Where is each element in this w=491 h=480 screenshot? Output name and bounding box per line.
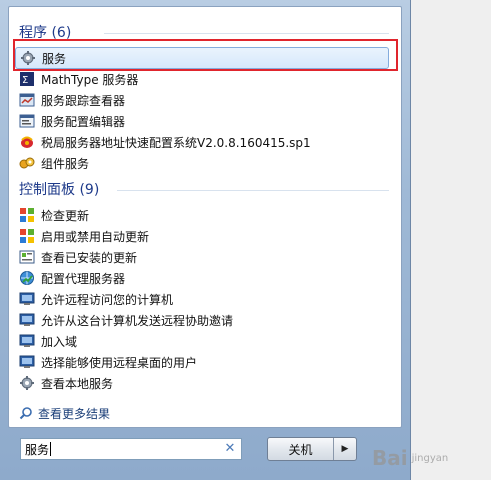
result-label: 允许从这台计算机发送远程协助邀请 — [41, 313, 234, 328]
result-label: 服务配置编辑器 — [41, 114, 126, 129]
result-item-mathtype[interactable]: Σ MathType 服务器 — [19, 69, 389, 89]
result-label: 查看本地服务 — [41, 376, 114, 391]
search-input-value: 服务 — [25, 442, 50, 457]
result-label: 允许远程访问您的计算机 — [41, 292, 174, 307]
programs-group-header[interactable]: 程序 (6) — [19, 23, 71, 43]
shutdown-button[interactable]: 关机 — [268, 438, 334, 460]
search-input[interactable]: 服务 ✕ — [20, 438, 242, 460]
svg-text:Σ: Σ — [22, 75, 28, 86]
tax-config-icon — [19, 134, 35, 150]
shutdown-split-button: 关机 ▶ — [267, 437, 357, 461]
result-label: 服务 — [42, 51, 67, 66]
desktop-background — [411, 0, 491, 480]
result-label: 税局服务器地址快速配置系统V2.0.8.160415.sp1 — [41, 135, 311, 150]
result-label: 组件服务 — [41, 156, 90, 171]
baidu-jingyan-watermark: Bai jingyan — [372, 446, 449, 470]
installed-updates-icon — [19, 249, 35, 265]
gear-service-icon — [20, 50, 36, 66]
result-item-check-updates[interactable]: 检查更新 — [19, 205, 389, 225]
remote-assist-icon — [19, 312, 35, 328]
clear-search-icon[interactable]: ✕ — [223, 442, 237, 456]
config-editor-icon — [19, 113, 35, 129]
result-item-tax-config[interactable]: 税局服务器地址快速配置系统V2.0.8.160415.sp1 — [19, 132, 389, 152]
result-item-auto-update[interactable]: 启用或禁用自动更新 — [19, 226, 389, 246]
component-services-icon — [19, 155, 35, 171]
result-item-component-services[interactable]: 组件服务 — [19, 153, 389, 173]
join-domain-icon — [19, 333, 35, 349]
remote-desktop-users-icon — [19, 354, 35, 370]
magnifier-icon — [19, 406, 33, 420]
result-item-remote-assist[interactable]: 允许从这台计算机发送远程协助邀请 — [19, 310, 389, 330]
windows-update-icon — [19, 207, 35, 223]
shutdown-label: 关机 — [288, 442, 313, 457]
result-item-services[interactable]: 服务 — [15, 47, 389, 69]
result-item-trace-viewer[interactable]: 服务跟踪查看器 — [19, 90, 389, 110]
see-more-label: 查看更多结果 — [38, 406, 111, 421]
result-label: 查看已安装的更新 — [41, 250, 138, 265]
result-item-proxy[interactable]: 配置代理服务器 — [19, 268, 389, 288]
group-divider — [117, 190, 389, 191]
group-divider — [104, 33, 389, 34]
result-item-remote-desktop-users[interactable]: 选择能够使用远程桌面的用户 — [19, 352, 389, 372]
result-item-config-editor[interactable]: 服务配置编辑器 — [19, 111, 389, 131]
proxy-icon — [19, 270, 35, 286]
search-results-panel: 程序 (6) 服务 Σ MathType 服务器 服务跟踪查看器 服务配置编辑器… — [8, 6, 402, 428]
trace-viewer-icon — [19, 92, 35, 108]
see-more-results-link[interactable]: 查看更多结果 — [19, 403, 110, 423]
result-item-remote-access[interactable]: 允许远程访问您的计算机 — [19, 289, 389, 309]
result-label: 启用或禁用自动更新 — [41, 229, 150, 244]
windows-update-icon — [19, 228, 35, 244]
remote-access-icon — [19, 291, 35, 307]
shutdown-options-arrow-icon[interactable]: ▶ — [334, 438, 356, 460]
text-caret — [50, 442, 52, 456]
local-services-icon — [19, 375, 35, 391]
result-label: 服务跟踪查看器 — [41, 93, 126, 108]
result-label: 配置代理服务器 — [41, 271, 126, 286]
result-item-join-domain[interactable]: 加入域 — [19, 331, 389, 351]
result-item-local-services[interactable]: 查看本地服务 — [19, 373, 389, 393]
result-label: MathType 服务器 — [41, 72, 139, 87]
control-panel-group-header[interactable]: 控制面板 (9) — [19, 180, 99, 200]
mathtype-icon: Σ — [19, 71, 35, 87]
result-label: 加入域 — [41, 334, 78, 349]
result-label: 选择能够使用远程桌面的用户 — [41, 355, 198, 370]
result-label: 检查更新 — [41, 208, 90, 223]
result-item-installed-updates[interactable]: 查看已安装的更新 — [19, 247, 389, 267]
